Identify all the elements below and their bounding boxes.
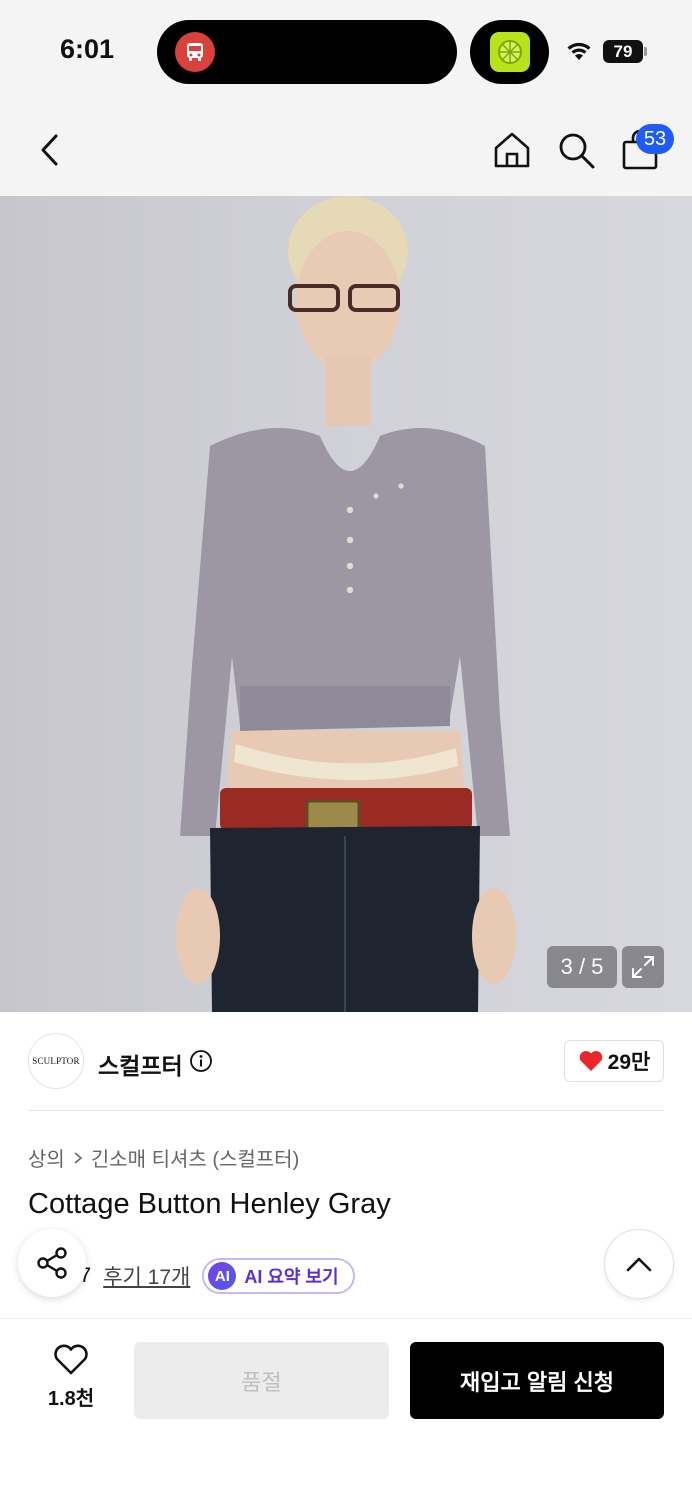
breadcrumb: 상의 긴소매 티셔츠 (스컬프터): [28, 1143, 299, 1172]
status-bar: 6:01 79: [0, 0, 692, 100]
divider: [28, 1110, 664, 1111]
battery-level: 79: [603, 40, 643, 63]
dynamic-island-right: [470, 20, 549, 84]
brand-like-count: 29만: [607, 1051, 651, 1074]
review-count-link[interactable]: 후기 17개: [103, 1261, 190, 1291]
brand-logo-text: SCULPTOR: [32, 1056, 80, 1066]
share-icon: [37, 1247, 67, 1279]
ai-summary-label: AI 요약 보기: [244, 1267, 339, 1287]
breadcrumb-item-category[interactable]: 긴소매 티셔츠 (스컬프터): [91, 1143, 299, 1172]
home-icon[interactable]: [492, 130, 532, 170]
brand-like-button[interactable]: 29만: [564, 1040, 664, 1082]
bus-icon: [175, 32, 215, 72]
expand-button[interactable]: [622, 946, 664, 988]
wishlist-count: 1.8천: [47, 1388, 95, 1410]
wishlist-button[interactable]: 1.8천: [36, 1344, 106, 1414]
battery-icon: 79: [603, 40, 647, 63]
dynamic-island-left: [157, 20, 457, 84]
brand-name[interactable]: 스컬프터: [98, 1047, 183, 1081]
wifi-icon: [567, 42, 591, 60]
top-nav-bar: [0, 100, 692, 196]
product-title: Cottage Button Henley Gray: [28, 1188, 391, 1220]
lime-app-icon: [490, 32, 530, 72]
restock-alert-button[interactable]: 재입고 알림 신청: [410, 1342, 664, 1419]
search-icon[interactable]: [556, 130, 596, 170]
product-image[interactable]: [0, 196, 692, 1012]
chevron-up-icon: [626, 1257, 652, 1272]
expand-icon: [632, 956, 654, 978]
chevron-right-icon: [74, 1151, 83, 1164]
product-photo: [176, 196, 516, 1012]
chevron-left-icon[interactable]: [36, 132, 64, 168]
info-icon[interactable]: [189, 1049, 213, 1073]
soldout-button: 품절: [134, 1342, 389, 1419]
share-button[interactable]: [18, 1229, 86, 1297]
scroll-to-top-button[interactable]: [604, 1229, 674, 1299]
brand-logo[interactable]: SCULPTOR: [28, 1033, 84, 1089]
heart-outline-icon: [54, 1344, 88, 1375]
ai-icon: AI: [208, 1262, 237, 1290]
status-time: 6:01: [60, 34, 115, 64]
cart-count-badge: 53: [636, 124, 674, 154]
ai-summary-button[interactable]: AI AI 요약 보기: [202, 1258, 355, 1294]
image-counter: 3 / 5: [547, 946, 617, 988]
breadcrumb-item-top[interactable]: 상의: [28, 1143, 65, 1172]
heart-filled-icon: [579, 1051, 602, 1071]
